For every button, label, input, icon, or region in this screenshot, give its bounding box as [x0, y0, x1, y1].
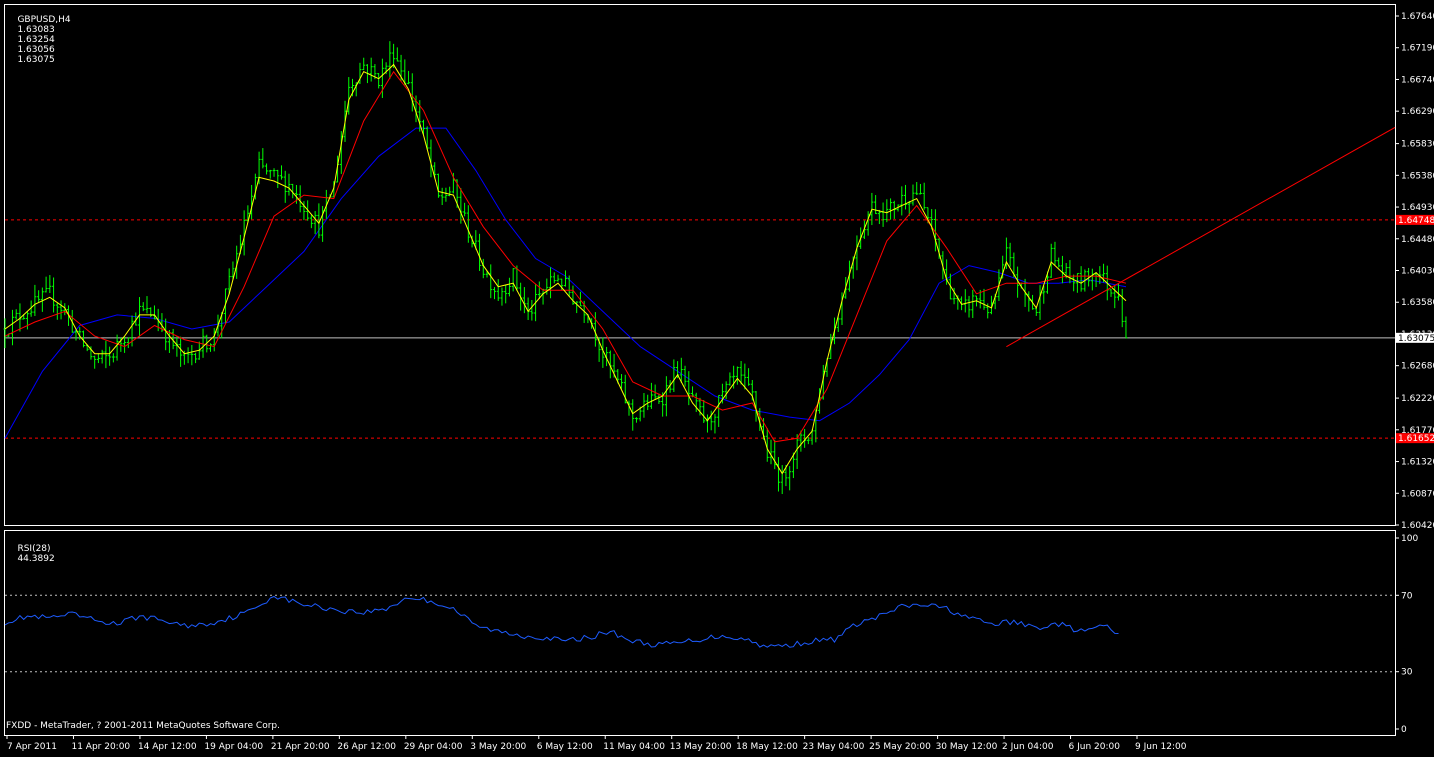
- high-value: 1.63254: [17, 35, 55, 45]
- copyright-text: FXDD - MetaTrader, ? 2001-2011 MetaQuote…: [6, 721, 280, 731]
- rsi-header: RSI(28) 44.3892: [6, 534, 55, 574]
- time-tick-label: 7 Apr 2011: [7, 742, 57, 752]
- rsi-tick-label: 30: [1401, 668, 1413, 678]
- low-value: 1.63056: [17, 45, 55, 55]
- price-tick-label: 1.63580: [1401, 298, 1434, 308]
- price-tick-label: 1.60420: [1401, 521, 1434, 531]
- price-tick-label: 1.67640: [1401, 12, 1434, 22]
- price-tick-label: 1.60870: [1401, 489, 1434, 499]
- rsi-value: 44.3892: [17, 554, 55, 564]
- symbol-label: GBPUSD,H4: [17, 15, 71, 25]
- rsi-tick-label: 0: [1401, 725, 1407, 735]
- rsi-tick-label: 70: [1401, 591, 1413, 601]
- time-tick-label: 6 Jun 20:00: [1069, 742, 1121, 752]
- time-tick-label: 2 Jun 04:00: [1002, 742, 1054, 752]
- rsi-series: [4, 595, 1119, 648]
- time-tick-label: 11 May 04:00: [603, 742, 665, 752]
- ma-mid-line: [4, 70, 1127, 443]
- time-tick-label: 29 Apr 04:00: [404, 742, 463, 752]
- time-tick-label: 18 May 12:00: [736, 742, 798, 752]
- open-value: 1.63083: [17, 25, 55, 35]
- time-tick-label: 25 May 20:00: [869, 742, 931, 752]
- price-tick-label: 1.61320: [1401, 458, 1434, 468]
- time-tick-label: 26 Apr 12:00: [337, 742, 396, 752]
- chart-canvas[interactable]: 1.67640 1.67190 1.66740 1.66290 1.65830 1.653…: [0, 0, 1434, 753]
- price-tick-label: 1.67190: [1401, 44, 1434, 54]
- price-tick-label: 1.62220: [1401, 394, 1434, 404]
- time-tick-label: 30 May 12:00: [936, 742, 998, 752]
- time-tick-label: 13 May 20:00: [670, 742, 732, 752]
- rsi-panel-frame: [4, 530, 1396, 736]
- price-tick-label: 1.66290: [1401, 107, 1434, 117]
- time-tick-label: 19 Apr 04:00: [204, 742, 263, 752]
- time-tick-label: 9 Jun 12:00: [1135, 742, 1187, 752]
- time-axis: 7 Apr 2011 11 Apr 20:00 14 Apr 12:00 19 Apr…: [6, 735, 1187, 752]
- main-chart-header: GBPUSD,H4 1.63083 1.63254 1.63056 1.6307…: [6, 5, 71, 75]
- trendline-group[interactable]: [1006, 126, 1396, 348]
- price-tick-label: 1.66740: [1401, 75, 1434, 85]
- level-price-label: 1.61652: [1398, 434, 1434, 444]
- time-tick-label: 23 May 04:00: [803, 742, 865, 752]
- chart-window[interactable]: 1.67640 1.67190 1.66740 1.66290 1.65830 1.653…: [0, 0, 1434, 753]
- current-price-label: 1.63075: [1398, 334, 1434, 344]
- price-tick-label: 1.62680: [1401, 362, 1434, 372]
- ma-fast-line: [4, 63, 1127, 475]
- ma-mid-series: [4, 70, 1127, 443]
- close-value: 1.63075: [17, 55, 55, 65]
- time-tick-label: 14 Apr 12:00: [138, 742, 197, 752]
- rsi-axis: 100 70 30 0: [5, 534, 1418, 735]
- time-tick-label: 3 May 20:00: [470, 742, 526, 752]
- rsi-tick-label: 100: [1401, 534, 1418, 544]
- ma-fast-series: [4, 63, 1127, 475]
- time-tick-label: 11 Apr 20:00: [71, 742, 130, 752]
- main-chart-frame: [4, 4, 1396, 526]
- rsi-line: [4, 595, 1119, 648]
- time-tick-label: 21 Apr 20:00: [271, 742, 330, 752]
- rsi-name: RSI(28): [17, 544, 51, 554]
- trendline[interactable]: [1006, 126, 1396, 348]
- time-tick-label: 6 May 12:00: [537, 742, 593, 752]
- price-tick-label: 1.65380: [1401, 171, 1434, 181]
- level-price-label: 1.64748: [1398, 216, 1434, 226]
- price-tick-label: 1.65830: [1401, 140, 1434, 150]
- price-tick-label: 1.64480: [1401, 235, 1434, 245]
- price-tick-label: 1.64030: [1401, 267, 1434, 277]
- price-tick-label: 1.64930: [1401, 203, 1434, 213]
- price-axis: 1.67640 1.67190 1.66740 1.66290 1.65830 1.653…: [1395, 12, 1434, 531]
